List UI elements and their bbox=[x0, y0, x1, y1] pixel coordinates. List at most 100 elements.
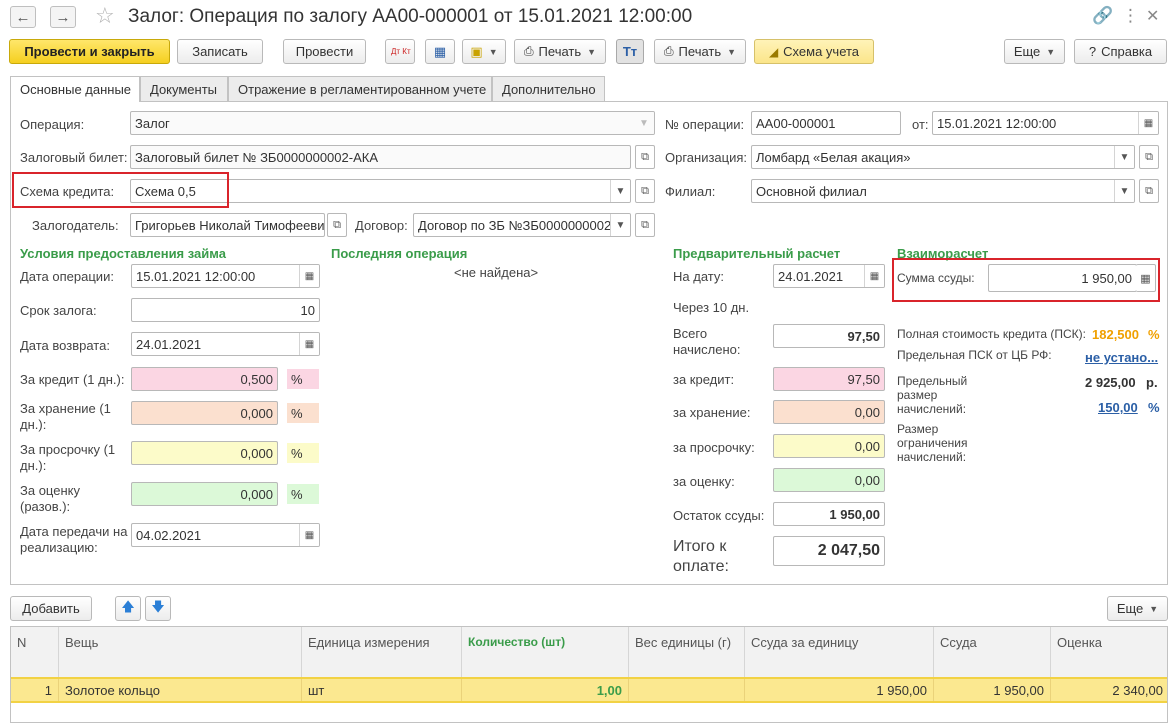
cell-loan-per-unit: 1 950,00 bbox=[745, 679, 934, 701]
tab-documents[interactable]: Документы bbox=[140, 76, 228, 101]
dt-kt-button[interactable]: Дт Кт bbox=[385, 39, 415, 64]
structure-icon: ▦ bbox=[433, 43, 447, 59]
open-branch-button[interactable]: ⧉ bbox=[1139, 179, 1159, 203]
restriction-label: Размер ограничения начислений: bbox=[897, 422, 968, 464]
calendar-icon[interactable]: ▦ bbox=[1138, 112, 1158, 134]
accounting-scheme-button[interactable]: ◢ Схема учета bbox=[754, 39, 874, 64]
org-field[interactable]: Ломбард «Белая акация» ▼ bbox=[751, 145, 1135, 169]
menu-icon[interactable]: ⋮ bbox=[1122, 6, 1139, 26]
favorite-star-icon[interactable]: ☆ bbox=[95, 3, 115, 29]
col-weight[interactable]: Вес единицы (г) bbox=[629, 627, 745, 677]
branch-field[interactable]: Основной филиал ▼ bbox=[751, 179, 1135, 203]
credit-rate-percent: % bbox=[287, 369, 319, 389]
structure-button[interactable]: ▦ bbox=[425, 39, 455, 64]
close-icon[interactable]: ✕ bbox=[1146, 6, 1159, 26]
chevron-down-icon[interactable]: ▼ bbox=[1114, 146, 1134, 168]
return-date-field[interactable]: 24.01.2021 ▦ bbox=[131, 332, 320, 356]
more-button[interactable]: Еще ▼ bbox=[1004, 39, 1065, 64]
psk-label: Полная стоимость кредита (ПСК): bbox=[897, 327, 1086, 341]
col-quantity[interactable]: Количество (шт) bbox=[462, 627, 629, 677]
table-row[interactable]: 1 Золотое кольцо шт 1,00 1 950,00 1 950,… bbox=[11, 677, 1167, 703]
open-scheme-button[interactable]: ⧉ bbox=[635, 179, 655, 203]
cell-weight bbox=[629, 679, 745, 701]
open-ticket-button[interactable]: ⧉ bbox=[635, 145, 655, 169]
limit-value: 2 925,00 bbox=[1085, 375, 1136, 390]
chevron-down-icon[interactable]: ▼ bbox=[610, 214, 630, 236]
operation-field[interactable]: Залог ▼ bbox=[130, 111, 655, 135]
forward-button[interactable]: → bbox=[50, 6, 76, 28]
ticket-label: Залоговый билет: bbox=[20, 150, 128, 165]
cb-psk-link[interactable]: не устано... bbox=[1085, 350, 1158, 365]
print-button-2[interactable]: ⎙ Печать ▼ bbox=[654, 39, 746, 64]
post-and-close-button[interactable]: Провести и закрыть bbox=[9, 39, 170, 64]
calc-appraisal-field: 0,00 bbox=[773, 468, 885, 492]
return-date-label: Дата возврата: bbox=[20, 338, 110, 353]
table-more-button[interactable]: Еще ▼ bbox=[1107, 596, 1168, 621]
calendar-icon[interactable]: ▦ bbox=[299, 333, 319, 355]
highlight-loan-sum-box bbox=[892, 258, 1160, 302]
create-based-icon: ▣ bbox=[470, 43, 483, 59]
contract-field[interactable]: Договор по ЗБ №ЗБ0000000002-АКА ▼ bbox=[413, 213, 631, 237]
open-pledger-button[interactable]: ⧉ bbox=[327, 213, 347, 237]
opnum-label: № операции: bbox=[665, 117, 745, 132]
open-icon: ⧉ bbox=[1145, 150, 1153, 163]
transfer-date-field[interactable]: 04.02.2021 ▦ bbox=[131, 523, 320, 547]
limit-percent-sign: % bbox=[1148, 400, 1160, 415]
chevron-down-icon[interactable]: ▼ bbox=[1114, 180, 1134, 202]
cell-loan: 1 950,00 bbox=[934, 679, 1051, 701]
open-org-button[interactable]: ⧉ bbox=[1139, 145, 1159, 169]
col-loan[interactable]: Ссуда bbox=[934, 627, 1051, 677]
open-contract-button[interactable]: ⧉ bbox=[635, 213, 655, 237]
op-date-label: Дата операции: bbox=[20, 269, 114, 284]
psk-value: 182,500 bbox=[1092, 327, 1139, 342]
add-row-button[interactable]: Добавить bbox=[10, 596, 92, 621]
calendar-icon[interactable]: ▦ bbox=[864, 265, 884, 287]
last-operation-title: Последняя операция bbox=[331, 246, 468, 261]
transfer-date-label: Дата передачи на реализацию: bbox=[20, 524, 128, 555]
term-field[interactable]: 10 bbox=[131, 298, 320, 322]
tab-main[interactable]: Основные данные bbox=[10, 76, 140, 102]
tab-additional[interactable]: Дополнительно bbox=[492, 76, 605, 101]
overdue-rate-field[interactable]: 0,000 bbox=[131, 441, 278, 465]
calendar-icon[interactable]: ▦ bbox=[299, 265, 319, 287]
calendar-icon[interactable]: ▦ bbox=[299, 524, 319, 546]
text-format-button[interactable]: Tт bbox=[616, 39, 644, 64]
link-icon[interactable]: 🔗 bbox=[1092, 6, 1113, 26]
pledger-field[interactable]: Григорьев Николай Тимофеевич bbox=[130, 213, 325, 237]
from-date-field[interactable]: 15.01.2021 12:00:00 ▦ bbox=[932, 111, 1159, 135]
move-down-button[interactable]: 🡇 bbox=[145, 596, 171, 621]
help-button[interactable]: ? Справка bbox=[1074, 39, 1167, 64]
chevron-down-icon[interactable]: ▼ bbox=[610, 180, 630, 202]
col-loan-per-unit[interactable]: Ссуда за единицу bbox=[745, 627, 934, 677]
print-button-1[interactable]: ⎙ Печать ▼ bbox=[514, 39, 606, 64]
calc-date-field[interactable]: 24.01.2021 ▦ bbox=[773, 264, 885, 288]
loan-terms-title: Условия предоставления займа bbox=[20, 246, 226, 261]
col-unit[interactable]: Единица измерения bbox=[302, 627, 462, 677]
col-item[interactable]: Вещь bbox=[59, 627, 302, 677]
branch-label: Филиал: bbox=[665, 184, 716, 199]
create-based-button[interactable]: ▣ ▼ bbox=[462, 39, 506, 64]
tab-regulated-accounting[interactable]: Отражение в регламентированном учете bbox=[228, 76, 492, 101]
cell-item: Золотое кольцо bbox=[59, 679, 302, 701]
opnum-field[interactable]: АА00-000001 bbox=[751, 111, 901, 135]
appraisal-rate-field[interactable]: 0,000 bbox=[131, 482, 278, 506]
col-n[interactable]: N bbox=[11, 627, 59, 677]
highlight-scheme-box bbox=[12, 172, 229, 208]
cell-unit: шт bbox=[302, 679, 462, 701]
storage-rate-field[interactable]: 0,000 bbox=[131, 401, 278, 425]
ticket-field[interactable]: Залоговый билет № ЗБ0000000002-АКА bbox=[130, 145, 631, 169]
back-button[interactable]: ← bbox=[10, 6, 36, 28]
move-up-button[interactable]: 🡅 bbox=[115, 596, 141, 621]
open-icon: ⧉ bbox=[1145, 184, 1153, 197]
appraisal-rate-percent: % bbox=[287, 484, 319, 504]
chevron-down-icon: ▼ bbox=[634, 112, 654, 134]
calc-date-label: На дату: bbox=[673, 269, 724, 284]
op-date-field[interactable]: 15.01.2021 12:00:00 ▦ bbox=[131, 264, 320, 288]
post-button[interactable]: Провести bbox=[283, 39, 366, 64]
open-icon: ⧉ bbox=[641, 184, 649, 197]
open-icon: ⧉ bbox=[333, 218, 341, 231]
col-appraisal[interactable]: Оценка bbox=[1051, 627, 1167, 677]
credit-rate-field[interactable]: 0,500 bbox=[131, 367, 278, 391]
limit-percent-link[interactable]: 150,00 bbox=[1098, 400, 1138, 415]
save-button[interactable]: Записать bbox=[177, 39, 263, 64]
